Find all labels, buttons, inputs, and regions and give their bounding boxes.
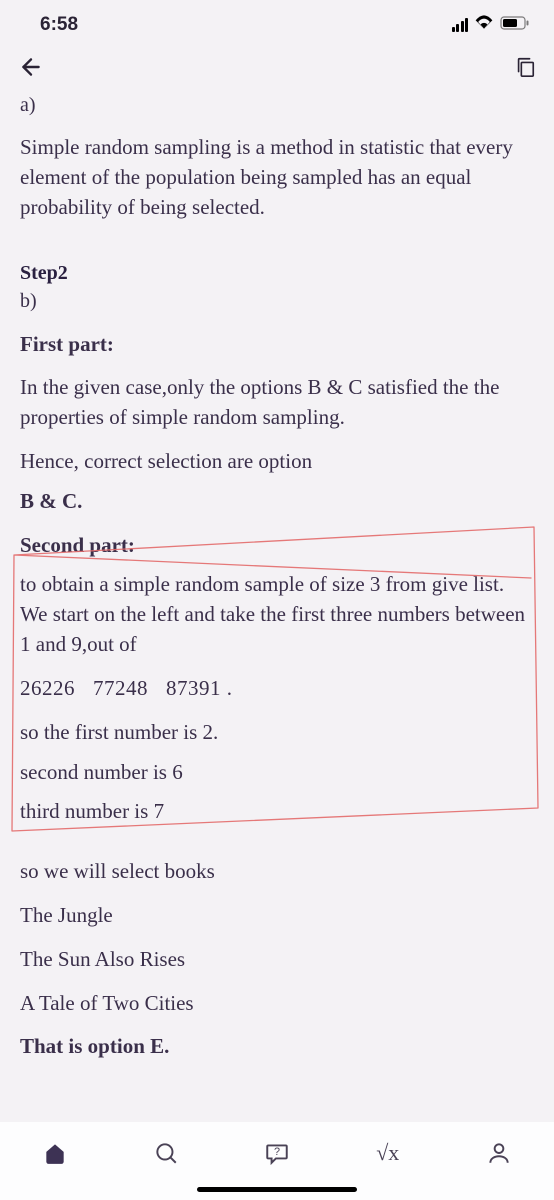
home-indicator — [197, 1187, 357, 1192]
search-icon[interactable] — [150, 1137, 182, 1169]
book-2: The Sun Also Rises — [20, 945, 534, 975]
svg-text:?: ? — [274, 1146, 280, 1158]
num-3: 87391 . — [166, 676, 233, 700]
battery-icon — [500, 14, 530, 36]
part-a-text: Simple random sampling is a method in st… — [20, 133, 534, 222]
hence-text: Hence, correct selection are option — [20, 447, 534, 477]
copy-icon[interactable] — [514, 56, 536, 83]
so-select-text: so we will select books — [20, 857, 534, 887]
num-2: 77248 — [93, 676, 148, 700]
num-1: 26226 — [20, 676, 75, 700]
random-numbers: 26226 77248 87391 . — [20, 674, 534, 704]
second-part-label: Second part: — [20, 531, 534, 561]
status-time: 6:58 — [40, 14, 78, 36]
option-e: That is option E. — [20, 1032, 534, 1062]
nav-bar — [0, 44, 554, 85]
answer-bc: B & C. — [20, 487, 534, 517]
cellular-signal-icon — [452, 18, 469, 32]
first-number: so the first number is 2. — [20, 718, 534, 748]
part-a-label: a) — [20, 91, 534, 119]
second-part-text: to obtain a simple random sample of size… — [20, 570, 534, 659]
step2-label: Step2 — [20, 259, 534, 287]
status-bar: 6:58 — [0, 0, 554, 44]
second-number: second number is 6 — [20, 758, 534, 788]
wifi-icon — [474, 14, 494, 36]
bottom-nav: ? √x — [0, 1122, 554, 1200]
content-area: a) Simple random sampling is a method in… — [0, 85, 554, 1062]
back-arrow-icon[interactable] — [18, 54, 44, 85]
part-b-label: b) — [20, 287, 534, 315]
chat-help-icon[interactable]: ? — [261, 1137, 293, 1169]
third-number: third number is 7 — [20, 797, 534, 827]
math-icon[interactable]: √x — [372, 1137, 404, 1169]
first-part-text: In the given case,only the options B & C… — [20, 373, 534, 433]
book-1: The Jungle — [20, 901, 534, 931]
first-part-label: First part: — [20, 330, 534, 360]
home-icon[interactable] — [39, 1137, 71, 1169]
status-right — [452, 14, 531, 36]
profile-icon[interactable] — [483, 1137, 515, 1169]
book-3: A Tale of Two Cities — [20, 989, 534, 1019]
